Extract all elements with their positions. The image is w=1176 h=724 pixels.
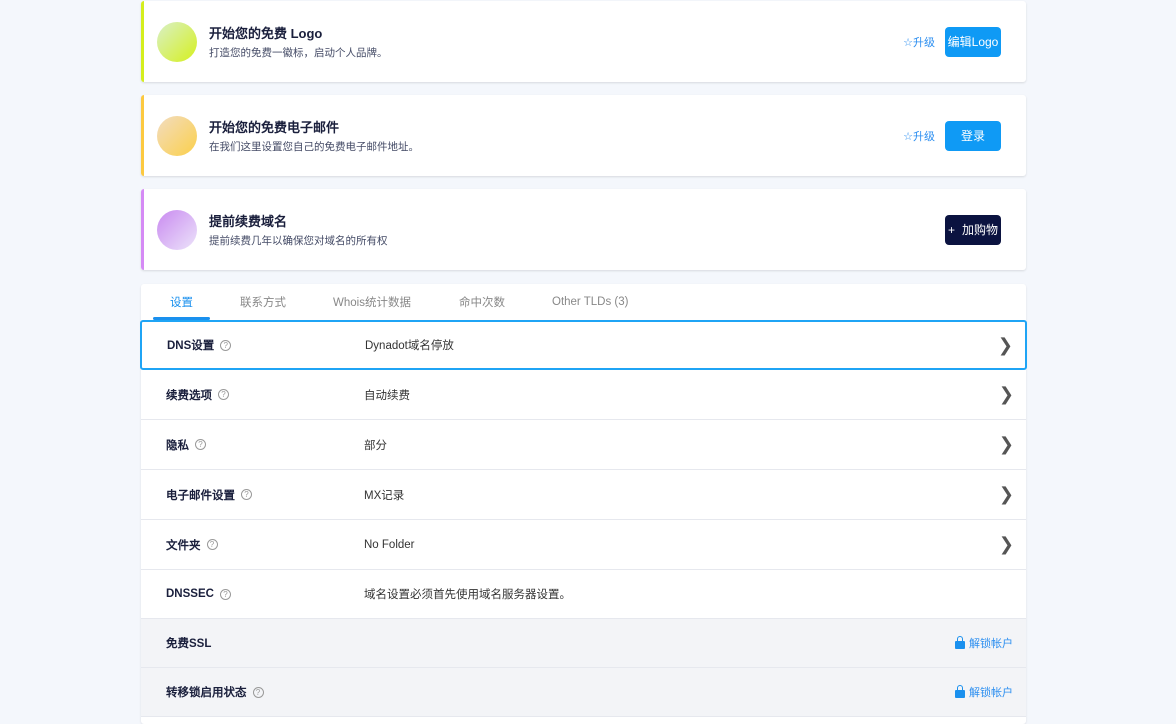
promo-subtitle: 打造您的免费一徽标，启动个人品牌。 xyxy=(209,45,388,60)
help-icon[interactable]: ? xyxy=(195,439,206,450)
row-transfer-lock: 转移锁启用状态? 解锁帐户 xyxy=(141,668,1026,717)
row-label: DNSSEC xyxy=(166,588,214,600)
upgrade-link[interactable]: ☆升级 xyxy=(903,128,935,144)
tab-whois-stats[interactable]: Whois统计数据 xyxy=(333,284,411,320)
tab-settings[interactable]: 设置 xyxy=(170,284,193,320)
help-icon[interactable]: ? xyxy=(218,389,229,400)
tab-other-tlds[interactable]: Other TLDs (3) xyxy=(552,284,628,320)
row-label: 续费选项 xyxy=(166,387,212,403)
promo-title: 开始您的免费 Logo xyxy=(209,23,388,42)
row-label: 转移锁启用状态 xyxy=(166,684,247,700)
email-avatar-icon xyxy=(157,116,197,156)
help-icon[interactable]: ? xyxy=(220,340,231,351)
upgrade-link[interactable]: ☆升级 xyxy=(903,34,935,50)
chevron-right-icon: ❯ xyxy=(999,384,1014,405)
chevron-right-icon: ❯ xyxy=(999,534,1014,555)
lock-icon xyxy=(955,641,965,649)
row-value: 部分 xyxy=(364,437,387,453)
plus-icon: + xyxy=(948,223,955,237)
lock-icon xyxy=(955,690,965,698)
help-icon[interactable]: ? xyxy=(253,687,264,698)
row-label: 隐私 xyxy=(166,437,189,453)
chevron-right-icon: ❯ xyxy=(999,484,1014,505)
row-dns-settings[interactable]: DNS设置? Dynadot域名停放 ❯ xyxy=(140,320,1027,370)
help-icon[interactable]: ? xyxy=(220,589,231,600)
row-free-ssl: 免费SSL 解锁帐户 xyxy=(141,619,1026,668)
chevron-right-icon: ❯ xyxy=(999,434,1014,455)
help-icon[interactable]: ? xyxy=(207,539,218,550)
star-icon: ☆ xyxy=(903,37,913,49)
tab-hits[interactable]: 命中次数 xyxy=(459,284,505,320)
edit-logo-button[interactable]: 编辑Logo xyxy=(945,27,1001,57)
help-icon[interactable]: ? xyxy=(241,489,252,500)
row-label: 电子邮件设置 xyxy=(166,487,235,503)
promo-title: 提前续费域名 xyxy=(209,211,388,230)
row-label: DNS设置 xyxy=(167,337,214,353)
unlock-account-link[interactable]: 解锁帐户 xyxy=(955,684,1013,700)
login-button[interactable]: 登录 xyxy=(945,121,1001,151)
promo-card-logo: 开始您的免费 Logo 打造您的免费一徽标，启动个人品牌。 ☆升级 编辑Logo xyxy=(141,1,1026,82)
row-value: Dynadot域名停放 xyxy=(365,337,454,353)
settings-panel: 设置 联系方式 Whois统计数据 命中次数 Other TLDs (3) DN… xyxy=(141,284,1026,724)
row-value: 域名设置必须首先使用域名服务器设置。 xyxy=(364,586,571,602)
promo-subtitle: 在我们这里设置您自己的免费电子邮件地址。 xyxy=(209,139,419,154)
row-privacy[interactable]: 隐私? 部分 ❯ xyxy=(141,420,1026,470)
tab-contacts[interactable]: 联系方式 xyxy=(240,284,286,320)
row-email-settings[interactable]: 电子邮件设置? MX记录 ❯ xyxy=(141,470,1026,520)
row-value: 自动续费 xyxy=(364,387,410,403)
add-to-cart-button[interactable]: +加购物 xyxy=(945,215,1001,245)
tab-bar: 设置 联系方式 Whois统计数据 命中次数 Other TLDs (3) xyxy=(141,284,1026,320)
row-label: 免费SSL xyxy=(166,635,211,651)
row-folder[interactable]: 文件夹? No Folder ❯ xyxy=(141,520,1026,570)
row-value: No Folder xyxy=(364,539,415,551)
chevron-right-icon: ❯ xyxy=(998,335,1013,356)
renew-avatar-icon xyxy=(157,210,197,250)
row-value: MX记录 xyxy=(364,487,404,503)
row-label: 文件夹 xyxy=(166,537,201,553)
row-renewal-options[interactable]: 续费选项? 自动续费 ❯ xyxy=(141,370,1026,420)
promo-title: 开始您的免费电子邮件 xyxy=(209,117,419,136)
promo-subtitle: 提前续费几年以确保您对域名的所有权 xyxy=(209,233,388,248)
promo-card-email: 开始您的免费电子邮件在我们这里设置您自己的免费电子邮件地址。 ☆升级 登录 xyxy=(141,95,1026,176)
promo-card-renew: 提前续费域名提前续费几年以确保您对域名的所有权 +加购物 xyxy=(141,189,1026,270)
star-icon: ☆ xyxy=(903,131,913,143)
logo-avatar-icon xyxy=(157,22,197,62)
unlock-account-link[interactable]: 解锁帐户 xyxy=(955,635,1013,651)
row-dnssec: DNSSEC? 域名设置必须首先使用域名服务器设置。 xyxy=(141,570,1026,619)
